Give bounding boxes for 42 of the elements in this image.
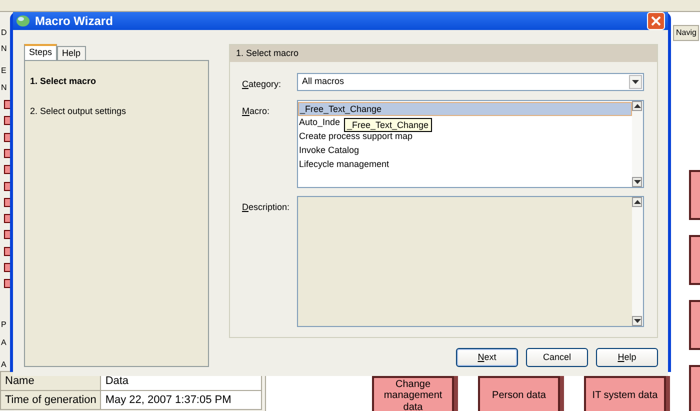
window-title: Macro Wizard [35, 13, 113, 30]
scroll-down-icon[interactable] [632, 316, 642, 326]
close-button[interactable] [647, 12, 665, 30]
list-item[interactable]: Invoke Catalog [298, 144, 360, 158]
app-icon [16, 15, 30, 27]
dialog-button[interactable]: Cancel [526, 348, 588, 367]
dialog-button[interactable]: Next [456, 348, 518, 367]
property-name: Time of generation [0, 390, 101, 410]
property-value: May 22, 2007 1:37:05 PM [100, 390, 262, 410]
side-label: N [1, 44, 7, 53]
section-title: 1. Select macro [230, 45, 657, 62]
category-dropdown[interactable]: All macros [297, 73, 644, 91]
side-label: A [1, 360, 6, 369]
list-item[interactable]: Create process support map [298, 130, 413, 144]
close-icon [651, 16, 661, 26]
side-label: A [1, 338, 6, 347]
diagram-object [689, 365, 700, 411]
side-label: E [1, 66, 6, 75]
tooltip: _Free_Text_Change [344, 118, 432, 132]
step-item[interactable]: 1. Select macro [30, 75, 203, 88]
side-label: D [1, 28, 7, 37]
field-label: Description: [242, 200, 291, 214]
list-item[interactable]: Auto_Inde [298, 116, 340, 130]
list-item[interactable]: _Free_Text_Change [298, 102, 632, 116]
list-item[interactable]: Lifecycle management [298, 158, 390, 172]
tab[interactable]: Steps [24, 44, 58, 60]
side-label: N [1, 83, 7, 92]
diagram-object [689, 235, 700, 285]
field-label: Macro: [242, 104, 271, 118]
dialog-button[interactable]: Help [596, 348, 658, 367]
side-label: P [1, 320, 6, 329]
diagram-object [689, 300, 700, 350]
step-item[interactable]: 2. Select output settings [30, 104, 203, 118]
scroll-down-icon[interactable] [632, 176, 642, 186]
scroll-up-icon[interactable] [632, 100, 642, 110]
diagram-object [689, 170, 700, 220]
macro-list[interactable]: _Free_Text_Change Auto_Inde _Free_Text_Change Create process support map Invoke Catalog Lifecycle management [297, 100, 644, 188]
field-label: Category: [242, 78, 282, 91]
tab[interactable]: Help [57, 46, 86, 60]
description-field[interactable] [297, 196, 644, 326]
navigator-tab[interactable]: Navig [673, 25, 700, 41]
scroll-up-icon[interactable] [632, 196, 642, 206]
